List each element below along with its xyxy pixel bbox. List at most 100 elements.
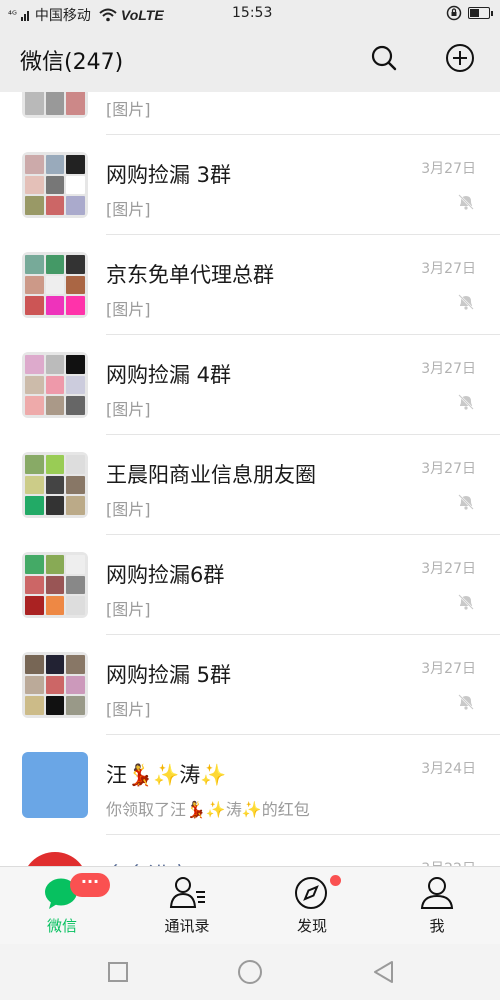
chat-name: 王晨阳商业信息朋友圈	[106, 463, 316, 487]
status-right	[446, 5, 493, 21]
home-button[interactable]	[236, 958, 264, 986]
avatar-cell	[45, 355, 65, 374]
chat-item[interactable]: 网购捡漏 5群 [图片] 3月27日	[0, 635, 500, 735]
chat-name: 网购捡漏6群	[106, 563, 225, 587]
avatar-cell	[66, 155, 85, 174]
status-time: 15:53	[232, 5, 273, 21]
add-button[interactable]	[444, 42, 476, 74]
avatar-cell	[66, 355, 85, 374]
avatar-cell	[66, 555, 85, 574]
tab-chats[interactable]: ··· 微信	[12, 867, 112, 945]
avatar-cell	[45, 196, 65, 215]
mute-bell-icon	[458, 194, 474, 210]
wifi-icon	[99, 8, 117, 22]
chat-time: 3月24日	[421, 761, 476, 777]
back-button[interactable]	[370, 958, 398, 986]
tab-label: 微信	[46, 917, 77, 935]
tab-bar: ··· 微信 通讯录 发现 我	[0, 866, 500, 944]
chat-time: 3月27日	[421, 161, 476, 177]
avatar	[22, 652, 88, 718]
avatar	[22, 152, 88, 218]
chat-item[interactable]: 汪💃✨涛✨ 你领取了汪💃✨涛✨的红包 3月24日	[0, 735, 500, 835]
recent-apps-button[interactable]	[104, 958, 132, 986]
avatar-cell	[66, 596, 85, 615]
avatar-cell	[66, 375, 85, 395]
chat-name: 网购捡漏 4群	[106, 363, 232, 387]
chat-preview: [图片]	[106, 700, 151, 719]
avatar-cell	[66, 296, 85, 315]
chat-preview: [图片]	[106, 400, 151, 419]
avatar-cell	[45, 92, 65, 115]
avatar-cell	[66, 655, 85, 674]
avatar-cell	[45, 175, 65, 195]
chat-item[interactable]: 网购捡漏 4群 [图片] 3月27日	[0, 335, 500, 435]
avatar-cell	[66, 255, 85, 274]
avatar-cell	[25, 596, 44, 615]
avatar-cell	[25, 296, 44, 315]
avatar-cell	[25, 675, 44, 695]
avatar-cell	[25, 175, 44, 195]
search-icon	[371, 45, 397, 71]
chat-time: 3月27日	[421, 661, 476, 677]
discover-compass-icon	[295, 877, 327, 909]
system-nav-bar	[0, 944, 500, 1000]
chat-time: 3月27日	[421, 361, 476, 377]
chat-item[interactable]: 网购捡漏 3群 [图片] 3月27日	[0, 135, 500, 235]
mute-bell-icon	[458, 494, 474, 510]
avatar-cell	[25, 375, 44, 395]
chat-item[interactable]: 网购捡漏6群 [图片] 3月27日	[0, 535, 500, 635]
avatar-cell	[25, 255, 44, 274]
mute-bell-icon	[458, 294, 474, 310]
chat-item[interactable]: 多多进宝 3月22日	[0, 835, 500, 866]
avatar-cell	[66, 396, 85, 415]
discover-red-dot	[330, 875, 341, 886]
chat-name: 京东免单代理总群	[106, 263, 274, 287]
rotation-lock-icon	[446, 5, 462, 21]
avatar	[22, 92, 88, 118]
chat-item[interactable]: 王晨阳商业信息朋友圈 [图片] 3月27日	[0, 435, 500, 535]
chat-preview: 你领取了汪💃✨涛✨的红包	[106, 800, 310, 819]
avatar-cell	[66, 175, 85, 195]
volte-label: VoLTE	[120, 7, 164, 23]
avatar	[22, 452, 88, 518]
chat-time: 3月22日	[421, 858, 476, 866]
mute-bell-icon	[458, 594, 474, 610]
avatar-cell	[25, 575, 44, 595]
chat-item[interactable]: [图片]	[0, 92, 500, 135]
search-button[interactable]	[368, 42, 400, 74]
tab-contacts[interactable]: 通讯录	[137, 867, 237, 945]
header: 微信(247)	[0, 28, 500, 92]
avatar-cell	[45, 455, 65, 474]
avatar-cell	[25, 555, 44, 574]
avatar	[22, 752, 88, 818]
avatar-cell	[25, 196, 44, 215]
recent-apps-icon	[108, 962, 128, 982]
avatar-cell	[45, 255, 65, 274]
page-title: 微信(247)	[20, 50, 124, 75]
avatar	[22, 352, 88, 418]
chat-item[interactable]: 京东免单代理总群 [图片] 3月27日	[0, 235, 500, 335]
chat-preview: [图片]	[106, 600, 151, 619]
battery-icon	[468, 7, 493, 19]
avatar-cell	[25, 355, 44, 374]
avatar-cell	[66, 455, 85, 474]
avatar-cell	[66, 196, 85, 215]
chat-preview: [图片]	[106, 100, 151, 119]
chat-list[interactable]: [图片] 网购捡漏 3群 [图片] 3月27日 京东免单代理总群 [图片] 3月27日 网购捡…	[0, 92, 500, 866]
chat-name: 网购捡漏 3群	[106, 163, 232, 187]
tab-me[interactable]: 我	[387, 867, 487, 945]
avatar-cell	[45, 575, 65, 595]
avatar-cell	[25, 475, 44, 495]
chat-preview: [图片]	[106, 500, 151, 519]
avatar-cell	[25, 455, 44, 474]
contacts-icon	[169, 877, 205, 908]
carrier-label: 中国移动	[34, 8, 91, 24]
avatar-cell	[25, 275, 44, 295]
chat-time: 3月27日	[421, 261, 476, 277]
avatar-cell	[45, 475, 65, 495]
chat-time: 3月27日	[421, 561, 476, 577]
tab-discover[interactable]: 发现	[262, 867, 362, 945]
tab-label: 发现	[296, 917, 327, 935]
avatar-cell	[45, 375, 65, 395]
avatar-cell	[45, 275, 65, 295]
